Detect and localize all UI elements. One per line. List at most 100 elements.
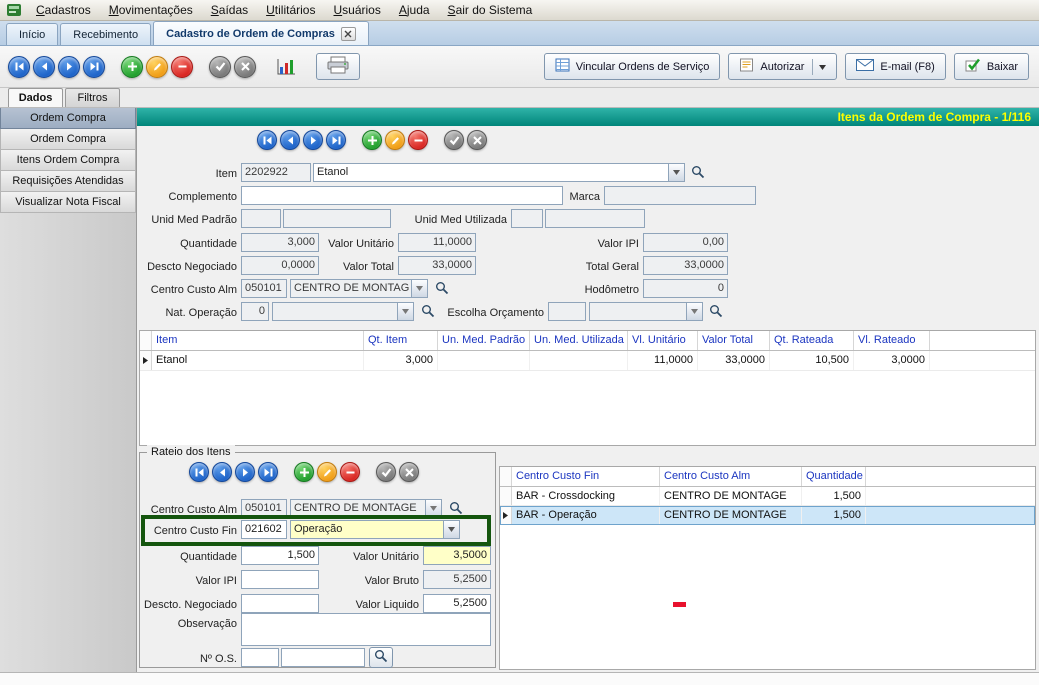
sidebar-item-visualizar-nota-fiscal[interactable]: Visualizar Nota Fiscal xyxy=(0,192,136,213)
item-search-icon[interactable] xyxy=(691,165,706,180)
vincular-ordens-button[interactable]: Vincular Ordens de Serviço xyxy=(544,53,721,80)
valor-ipi-field[interactable]: 0,00 xyxy=(643,233,728,252)
table-row[interactable]: Etanol 3,000 11,0000 33,0000 10,500 3,00… xyxy=(140,351,1035,371)
rateio-valor-liquido-field[interactable]: 5,2500 xyxy=(423,594,491,613)
nat-operacao-code-field[interactable]: 0 xyxy=(241,302,269,321)
items-next-record-button[interactable] xyxy=(303,130,323,150)
chevron-down-icon[interactable] xyxy=(686,303,702,320)
cancel-button[interactable] xyxy=(234,56,256,78)
col-qt-rateada[interactable]: Qt. Rateada xyxy=(770,331,854,350)
first-record-button[interactable] xyxy=(8,56,30,78)
rateio-edit-button[interactable] xyxy=(317,462,337,482)
centro-custo-alm-combo[interactable]: CENTRO DE MONTAGE xyxy=(290,279,428,298)
menu-utilitarios[interactable]: Utilitários xyxy=(257,0,324,20)
prev-record-button[interactable] xyxy=(33,56,55,78)
rateio-last-record-button[interactable] xyxy=(258,462,278,482)
chevron-down-icon[interactable] xyxy=(668,164,684,181)
rateio-centro-custo-alm-search-icon[interactable] xyxy=(449,501,464,516)
unid-med-utilizada-code-field[interactable] xyxy=(511,209,543,228)
tab-inicio[interactable]: Início xyxy=(6,23,58,45)
nat-operacao-combo[interactable] xyxy=(272,302,414,321)
rateio-descto-negociado-field[interactable] xyxy=(241,594,319,613)
table-row[interactable]: BAR - Crossdocking CENTRO DE MONTAGE 1,5… xyxy=(500,487,1035,506)
rateio-num-os-desc-field[interactable] xyxy=(281,648,365,667)
rateio-centro-custo-alm-code-field[interactable]: 050101 xyxy=(241,499,287,518)
menu-movimentacoes[interactable]: Movimentações xyxy=(100,0,202,20)
chevron-down-icon[interactable] xyxy=(443,521,459,538)
print-button[interactable] xyxy=(316,53,360,80)
items-prev-record-button[interactable] xyxy=(280,130,300,150)
col-un-med-utilizada[interactable]: Un. Med. Utilizada xyxy=(530,331,628,350)
col-vl-unitario[interactable]: Vl. Unitário xyxy=(628,331,698,350)
items-add-button[interactable] xyxy=(362,130,382,150)
rateio-first-record-button[interactable] xyxy=(189,462,209,482)
rateio-num-os-search-button[interactable] xyxy=(369,647,393,668)
col-quantidade[interactable]: Quantidade xyxy=(802,467,866,486)
centro-custo-alm-search-icon[interactable] xyxy=(435,281,450,296)
edit-button[interactable] xyxy=(146,56,168,78)
last-record-button[interactable] xyxy=(83,56,105,78)
hodometro-field[interactable]: 0 xyxy=(643,279,728,298)
rateio-quantidade-field[interactable]: 1,500 xyxy=(241,546,319,565)
add-button[interactable] xyxy=(121,56,143,78)
items-confirm-button[interactable] xyxy=(444,130,464,150)
items-last-record-button[interactable] xyxy=(326,130,346,150)
nat-operacao-search-icon[interactable] xyxy=(421,304,436,319)
tab-cadastro-ordem-compras[interactable]: Cadastro de Ordem de Compras xyxy=(153,21,369,45)
items-cancel-button[interactable] xyxy=(467,130,487,150)
unid-med-padrao-desc-field[interactable] xyxy=(283,209,391,228)
chart-button[interactable] xyxy=(272,53,300,80)
chevron-down-icon[interactable] xyxy=(411,280,427,297)
rateio-num-os-code-field[interactable] xyxy=(241,648,279,667)
unid-med-padrao-code-field[interactable] xyxy=(241,209,281,228)
rateio-valor-unitario-field[interactable]: 3,5000 xyxy=(423,546,491,565)
rateio-confirm-button[interactable] xyxy=(376,462,396,482)
next-record-button[interactable] xyxy=(58,56,80,78)
col-centro-custo-fin[interactable]: Centro Custo Fin xyxy=(512,467,660,486)
col-item[interactable]: Item xyxy=(152,331,364,350)
rateio-add-button[interactable] xyxy=(294,462,314,482)
menu-cadastros[interactable]: Cadastros xyxy=(27,0,100,20)
menu-sair-do-sistema[interactable]: Sair do Sistema xyxy=(439,0,542,20)
items-delete-button[interactable] xyxy=(408,130,428,150)
chevron-down-icon[interactable] xyxy=(819,61,826,73)
col-un-med-padrao[interactable]: Un. Med. Padrão xyxy=(438,331,530,350)
close-tab-icon[interactable] xyxy=(341,27,356,41)
rateio-centro-custo-fin-code-field[interactable]: 021602 xyxy=(241,520,287,539)
rateio-valor-ipi-field[interactable] xyxy=(241,570,319,589)
menu-usuarios[interactable]: Usuários xyxy=(324,0,389,20)
rateio-centro-custo-fin-combo[interactable]: Operação xyxy=(290,520,460,539)
complemento-field[interactable] xyxy=(241,186,563,205)
tab-dados[interactable]: Dados xyxy=(8,88,63,107)
sidebar-item-itens-ordem-compra[interactable]: Itens Ordem Compra xyxy=(0,150,136,171)
escolha-orcamento-code-field[interactable] xyxy=(548,302,586,321)
email-button[interactable]: E-mail (F8) xyxy=(845,53,945,80)
delete-button[interactable] xyxy=(171,56,193,78)
items-edit-button[interactable] xyxy=(385,130,405,150)
escolha-orcamento-combo[interactable] xyxy=(589,302,703,321)
col-qt-item[interactable]: Qt. Item xyxy=(364,331,438,350)
sidebar-item-requisicoes-atendidas[interactable]: Requisições Atendidas xyxy=(0,171,136,192)
rateio-valor-bruto-field[interactable]: 5,2500 xyxy=(423,570,491,589)
total-geral-field[interactable]: 33,0000 xyxy=(643,256,728,275)
unid-med-utilizada-desc-field[interactable] xyxy=(545,209,645,228)
table-row-selected[interactable]: BAR - Operação CENTRO DE MONTAGE 1,500 xyxy=(500,506,1035,525)
col-valor-total[interactable]: Valor Total xyxy=(698,331,770,350)
rateio-centro-custo-alm-combo[interactable]: CENTRO DE MONTAGE xyxy=(290,499,442,518)
item-combo[interactable]: Etanol xyxy=(313,163,685,182)
rateio-delete-button[interactable] xyxy=(340,462,360,482)
menu-saidas[interactable]: Saídas xyxy=(202,0,257,20)
sidebar-item-ordem-compra-2[interactable]: Ordem Compra xyxy=(0,129,136,150)
rateio-prev-record-button[interactable] xyxy=(212,462,232,482)
col-centro-custo-alm[interactable]: Centro Custo Alm xyxy=(660,467,802,486)
chevron-down-icon[interactable] xyxy=(397,303,413,320)
menu-ajuda[interactable]: Ajuda xyxy=(390,0,439,20)
tab-recebimento[interactable]: Recebimento xyxy=(60,23,151,45)
sidebar-item-ordem-compra-1[interactable]: Ordem Compra xyxy=(0,108,136,129)
tab-filtros[interactable]: Filtros xyxy=(65,88,120,107)
marca-field[interactable] xyxy=(604,186,756,205)
escolha-orcamento-search-icon[interactable] xyxy=(709,304,724,319)
col-vl-rateado[interactable]: Vl. Rateado xyxy=(854,331,930,350)
baixar-button[interactable]: Baixar xyxy=(954,53,1029,80)
confirm-button[interactable] xyxy=(209,56,231,78)
